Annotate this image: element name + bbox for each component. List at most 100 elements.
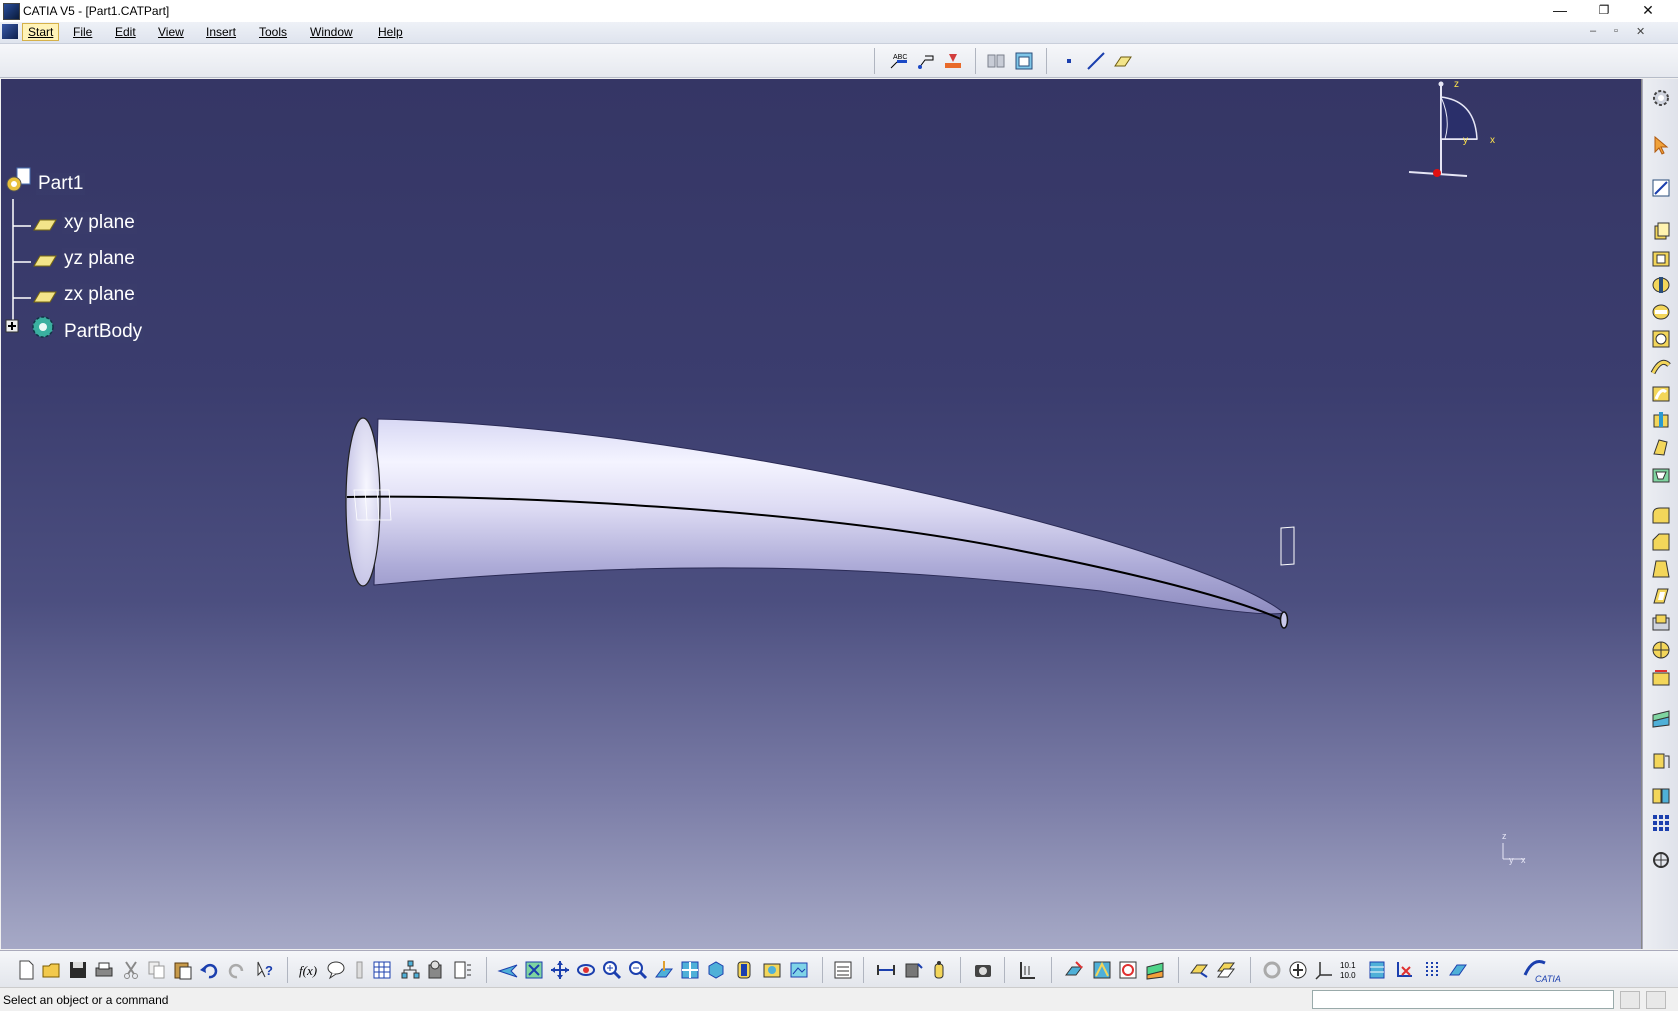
surface-draft-analysis-icon[interactable] [1091,959,1113,981]
swap-visible-space-icon[interactable] [1013,50,1035,72]
grid-icon[interactable] [1421,959,1443,981]
slot-icon[interactable] [1650,382,1672,404]
status-settings-button[interactable] [1646,991,1666,1009]
save-icon[interactable] [67,959,89,981]
paste-icon[interactable] [172,959,194,981]
menu-view[interactable]: View [158,25,184,39]
tapered-horn-part[interactable] [1,79,1641,949]
close-button[interactable]: ✕ [1626,0,1670,22]
catia-app-icon[interactable] [3,3,20,20]
scale-icon[interactable]: 10.110.0 [1339,959,1361,981]
edge-fillet-icon[interactable] [1650,504,1672,526]
menu-window[interactable]: Window [310,25,353,39]
remove-face-icon[interactable] [1650,666,1672,688]
document-icon[interactable] [2,24,18,39]
cut-icon[interactable] [120,959,142,981]
menu-insert[interactable]: Insert [206,25,236,39]
open-icon[interactable] [41,959,63,981]
knowledge-icon[interactable] [325,959,347,981]
axis-system-icon[interactable] [1313,959,1335,981]
table-icon[interactable] [371,959,393,981]
redo-icon[interactable] [226,959,248,981]
catia-logo-icon[interactable]: CATIA [1521,955,1567,985]
compass-settings-icon[interactable] [1650,87,1672,109]
horn-body-surface[interactable] [373,418,1286,615]
render-style-icon[interactable] [761,959,783,981]
pan-icon[interactable] [549,959,571,981]
status-panel-button[interactable] [1620,991,1640,1009]
fit-all-icon[interactable] [523,959,545,981]
multi-view-icon[interactable] [679,959,701,981]
design-table-icon[interactable] [452,959,474,981]
hole-icon[interactable] [1650,328,1672,350]
swap-icon[interactable] [1188,959,1210,981]
analysis-icon[interactable] [832,959,854,981]
draft-icon[interactable] [1650,558,1672,580]
shell-icon[interactable] [1650,585,1672,607]
measure-between-icon[interactable] [875,959,897,981]
measure-point-icon[interactable] [942,50,964,72]
pattern-icon[interactable] [1650,812,1672,834]
shaft-icon[interactable] [1650,274,1672,296]
show-icon[interactable] [1393,959,1415,981]
print-icon[interactable] [93,959,115,981]
sketcher-icon[interactable] [1650,177,1672,199]
scaling-icon[interactable] [1650,849,1672,871]
measure-inertia-icon[interactable] [928,959,950,981]
horn-small-end-face[interactable] [1279,611,1289,629]
horn-large-end-face[interactable] [345,417,381,587]
parts-tree-icon[interactable] [399,959,421,981]
mdi-close-button[interactable]: ✕ [1636,25,1645,38]
normal-view-icon[interactable] [653,959,675,981]
stiffener-icon[interactable] [1650,409,1672,431]
menu-start[interactable]: Start [22,23,60,41]
formula-icon[interactable]: f(x) [298,959,320,981]
mdi-restore-button[interactable]: ▫ [1614,25,1618,37]
pad-icon[interactable] [1650,220,1672,242]
text-with-leader-icon[interactable]: ABC [888,50,910,72]
flag-note-icon[interactable] [915,50,937,72]
groove-icon[interactable] [1650,301,1672,323]
hide-icon[interactable] [1144,959,1166,981]
thickness-icon[interactable] [1650,612,1672,634]
capture-icon[interactable] [972,959,994,981]
multi-section-solid-icon[interactable] [1650,436,1672,458]
thread-icon[interactable] [1650,639,1672,661]
anchor-icon[interactable] [1287,959,1309,981]
minimize-button[interactable]: — [1538,0,1582,22]
curvature-analysis-icon[interactable] [1117,959,1139,981]
chamfer-icon[interactable] [1650,531,1672,553]
hide-show-icon[interactable] [985,50,1007,72]
split-icon[interactable] [1650,707,1672,729]
rule-icon[interactable] [349,959,371,981]
fly-mode-icon[interactable] [497,959,519,981]
parameters-icon[interactable] [425,959,447,981]
menu-help[interactable]: Help [378,25,403,39]
publish-icon[interactable] [1447,959,1469,981]
whats-this-icon[interactable]: ? [254,959,276,981]
measure-item-icon[interactable] [902,959,924,981]
shading-icon[interactable] [733,959,755,981]
3d-viewport[interactable]: Part1 xy plane yz plane zx plane PartBod… [1,79,1642,949]
thick-surface-icon[interactable] [1650,750,1672,772]
plane-icon[interactable] [1112,50,1134,72]
command-input[interactable] [1312,990,1614,1009]
restore-button[interactable]: ❐ [1582,0,1626,22]
zoom-in-icon[interactable] [601,959,623,981]
iso-view-icon[interactable] [705,959,727,981]
removed-multi-section-icon[interactable] [1650,463,1672,485]
snap-icon[interactable] [1366,959,1388,981]
mdi-minimize-button[interactable]: – [1590,25,1596,37]
apply-material-icon[interactable] [1063,959,1085,981]
point-icon[interactable] [1058,50,1080,72]
zoom-out-icon[interactable] [627,959,649,981]
constraint-icon[interactable] [1016,959,1038,981]
menu-tools[interactable]: Tools [259,25,287,39]
update-icon[interactable] [1215,959,1237,981]
menu-edit[interactable]: Edit [115,25,136,39]
copy-icon[interactable] [146,959,168,981]
rib-icon[interactable] [1650,355,1672,377]
catalog-browser-icon[interactable] [1261,959,1283,981]
menu-file[interactable]: File [73,25,92,39]
pocket-icon[interactable] [1650,247,1672,269]
